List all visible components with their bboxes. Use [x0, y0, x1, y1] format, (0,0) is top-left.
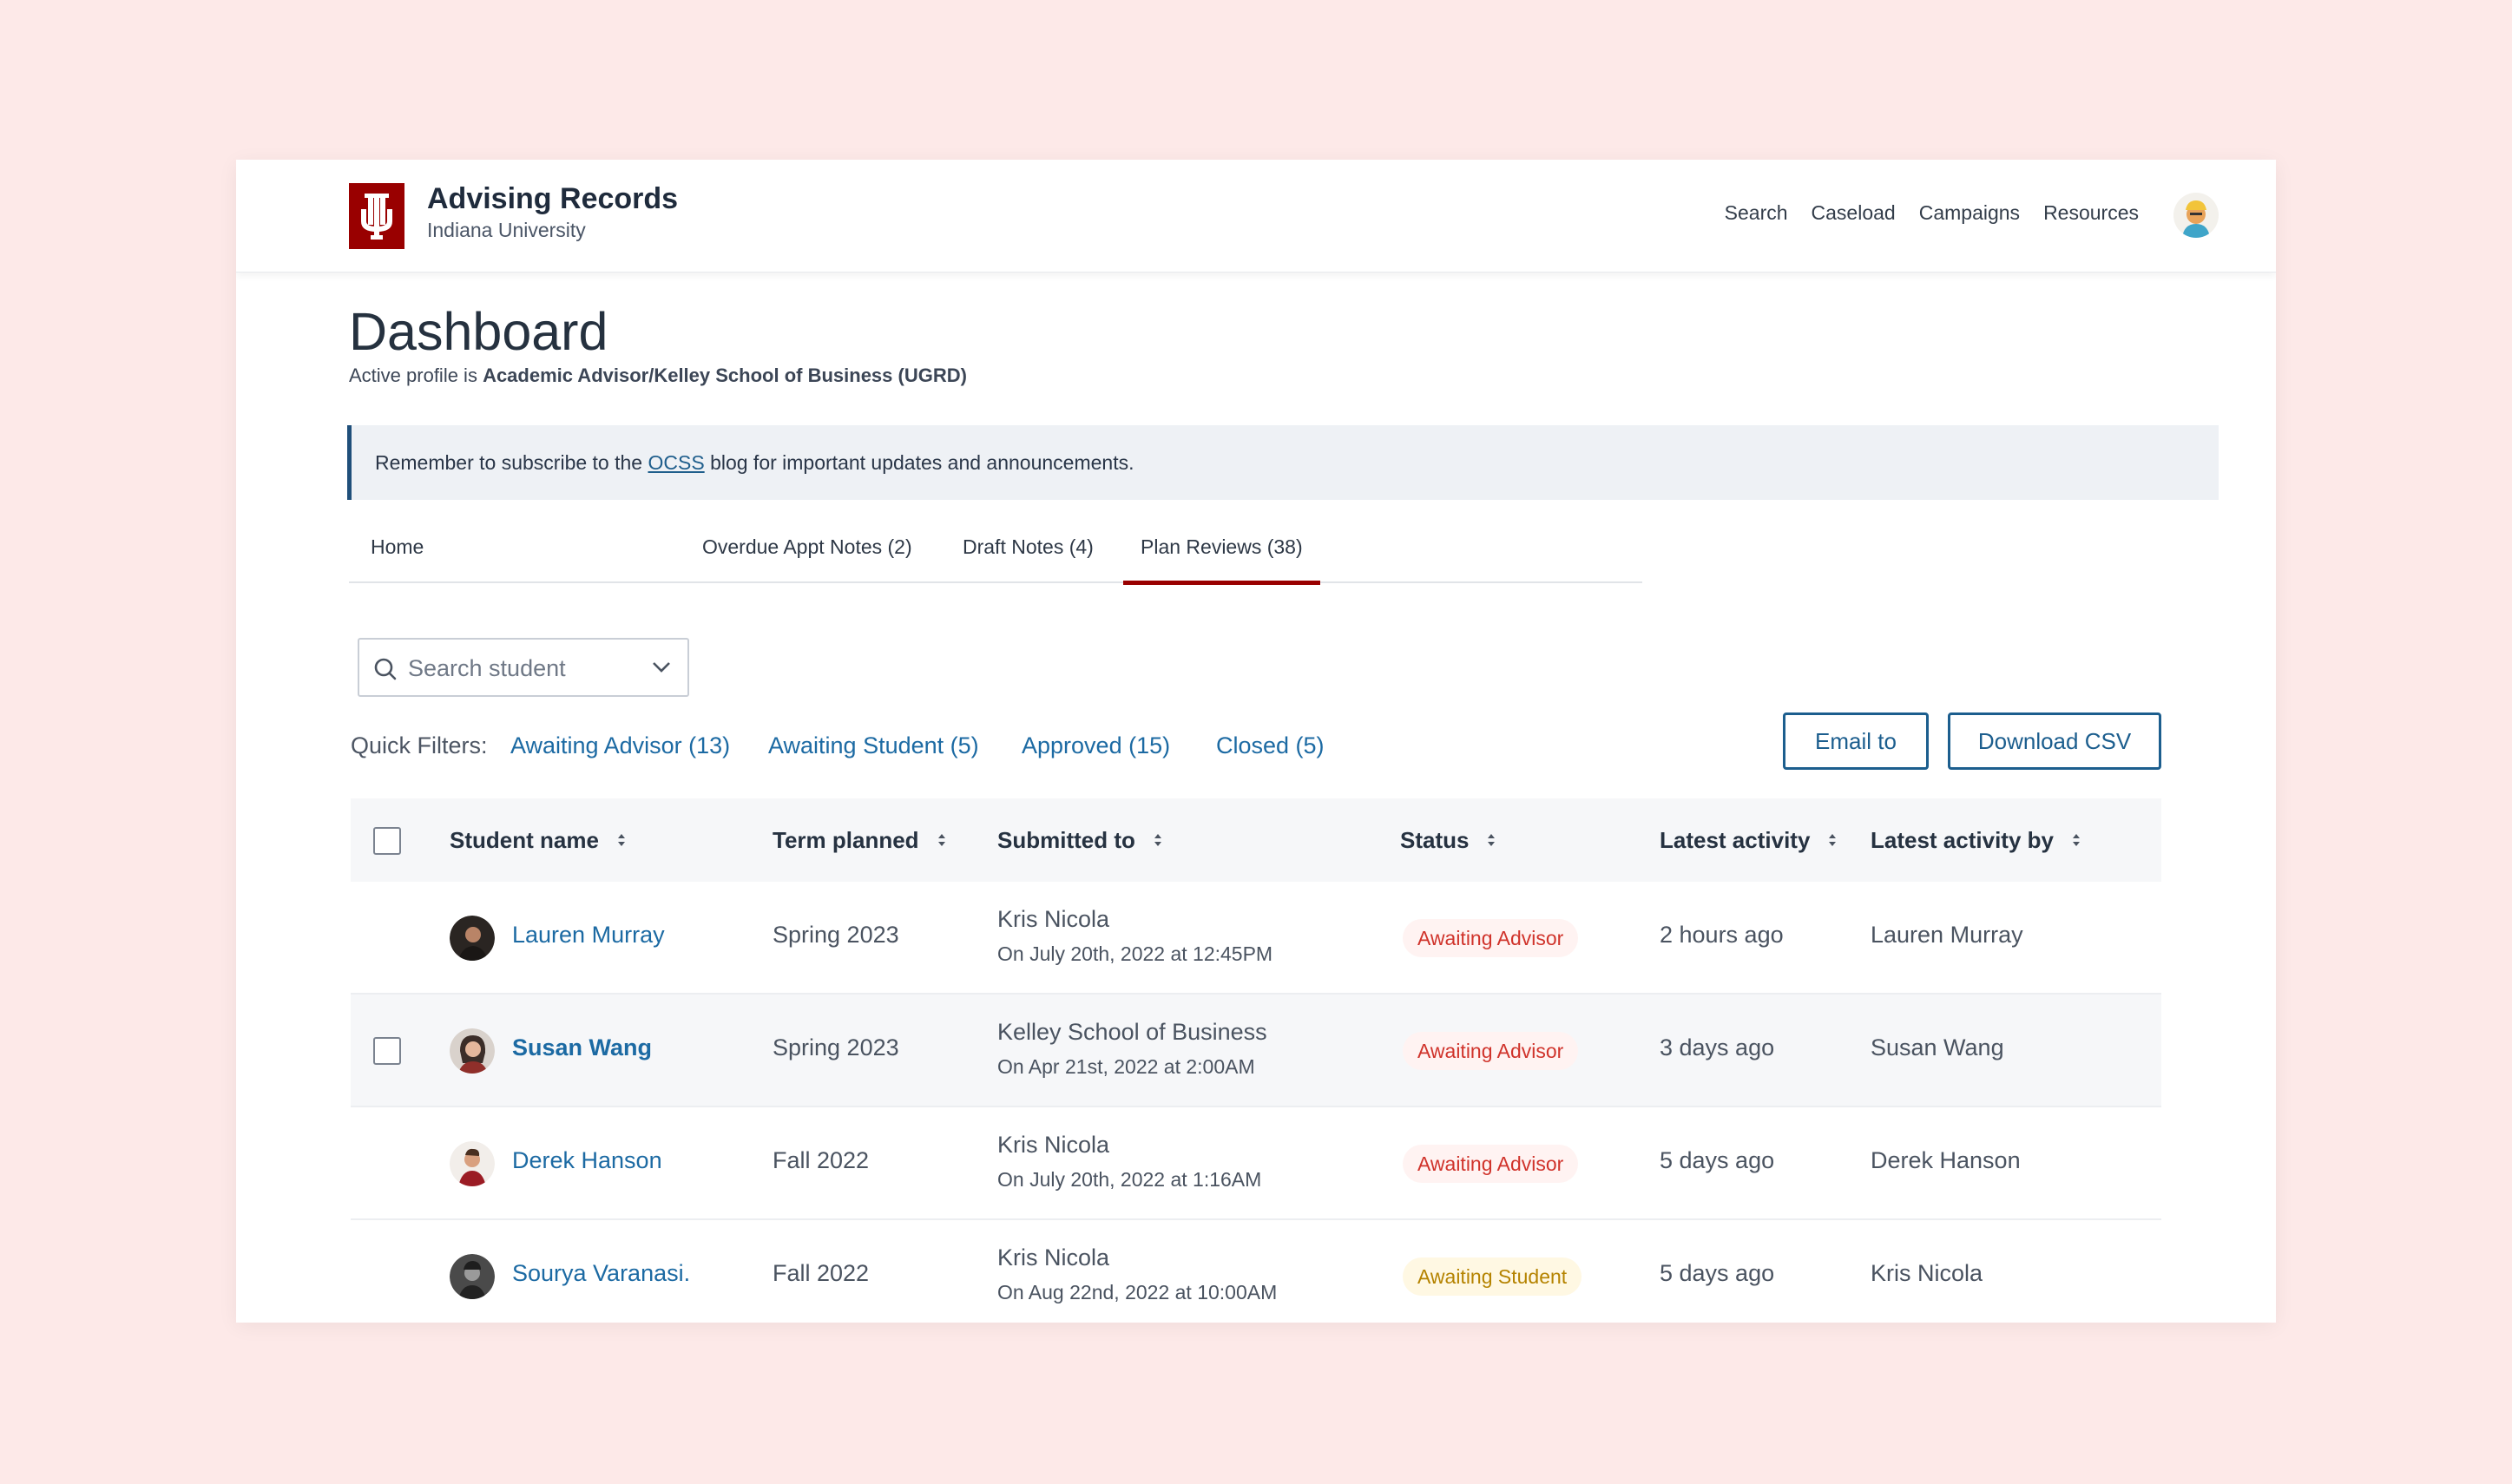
col-status[interactable]: Status	[1400, 798, 1496, 882]
tab-home[interactable]: Home	[371, 510, 424, 583]
latest-activity-by: Lauren Murray	[1871, 922, 2023, 948]
dashboard-tabs: Home Overdue Appt Notes (2) Draft Notes …	[349, 510, 1642, 585]
profile-prefix: Active profile is	[349, 364, 483, 386]
student-name-link[interactable]: Derek Hanson	[512, 1147, 662, 1174]
filter-awaiting-advisor[interactable]: Awaiting Advisor (13)	[510, 732, 730, 759]
student-avatar	[450, 1028, 495, 1074]
top-header: Advising Records Indiana University Sear…	[236, 160, 2276, 273]
app-title: Advising Records	[427, 182, 679, 215]
latest-activity: 3 days ago	[1660, 1034, 1775, 1060]
table-row[interactable]: Derek Hanson Fall 2022 Kris Nicola On Ju…	[351, 1107, 2161, 1220]
iu-logo[interactable]	[349, 183, 404, 249]
email-to-button[interactable]: Email to	[1783, 712, 1929, 770]
submitted-to: Kelley School of Business	[997, 1019, 1267, 1045]
search-placeholder: Search student	[408, 655, 566, 681]
sort-icon[interactable]	[616, 831, 627, 849]
filter-awaiting-student[interactable]: Awaiting Student (5)	[768, 732, 979, 759]
nav-search[interactable]: Search	[1725, 201, 1788, 225]
latest-activity: 2 hours ago	[1660, 922, 1784, 948]
submitted-on: On July 20th, 2022 at 12:45PM	[997, 942, 1273, 965]
term-planned: Fall 2022	[773, 1260, 870, 1286]
announcement-banner: Remember to subscribe to the OCSS blog f…	[347, 425, 2219, 500]
col-submitted-to-label: Submitted to	[997, 826, 1135, 853]
col-status-label: Status	[1400, 826, 1470, 853]
table-row[interactable]: Sourya Varanasi. Fall 2022 Kris Nicola O…	[351, 1220, 2161, 1323]
latest-activity: 5 days ago	[1660, 1260, 1775, 1286]
student-name-link[interactable]: Susan Wang	[512, 1034, 652, 1061]
nav-campaigns[interactable]: Campaigns	[1919, 201, 2020, 225]
tab-draft-notes[interactable]: Draft Notes (4)	[963, 510, 1094, 583]
tab-overdue-appt-notes[interactable]: Overdue Appt Notes (2)	[702, 510, 912, 583]
sort-icon[interactable]	[1486, 831, 1496, 849]
sort-icon[interactable]	[937, 831, 947, 849]
student-avatar	[450, 1141, 495, 1186]
row-checkbox[interactable]	[373, 1037, 401, 1065]
student-name-link[interactable]: Lauren Murray	[512, 922, 665, 949]
table-header: Student name Term planned Submitted to S…	[351, 798, 2161, 882]
app-window: Advising Records Indiana University Sear…	[236, 160, 2276, 1323]
col-latest-activity-by-label: Latest activity by	[1871, 826, 2054, 853]
col-student-name-label: Student name	[450, 826, 599, 853]
filter-approved[interactable]: Approved (15)	[1022, 732, 1170, 759]
sort-icon[interactable]	[1827, 831, 1838, 849]
page-title: Dashboard	[349, 302, 608, 361]
col-term-planned[interactable]: Term planned	[773, 798, 947, 882]
chevron-down-icon[interactable]	[651, 660, 672, 674]
submitted-on: On Apr 21st, 2022 at 2:00AM	[997, 1055, 1255, 1078]
user-avatar[interactable]	[2173, 193, 2219, 238]
col-submitted-to[interactable]: Submitted to	[997, 798, 1163, 882]
select-all-checkbox[interactable]	[373, 827, 401, 855]
search-icon	[374, 658, 397, 680]
app-subtitle: Indiana University	[427, 219, 586, 241]
term-planned: Spring 2023	[773, 1034, 899, 1060]
latest-activity-by: Derek Hanson	[1871, 1147, 2021, 1173]
col-student-name[interactable]: Student name	[450, 798, 627, 882]
status-badge: Awaiting Advisor	[1403, 1145, 1579, 1183]
latest-activity: 5 days ago	[1660, 1147, 1775, 1173]
trident-icon	[361, 194, 392, 240]
submitted-on: On July 20th, 2022 at 1:16AM	[997, 1168, 1262, 1191]
status-badge: Awaiting Advisor	[1403, 1032, 1579, 1070]
col-term-planned-label: Term planned	[773, 826, 919, 853]
submitted-on: On Aug 22nd, 2022 at 10:00AM	[997, 1281, 1278, 1303]
col-latest-activity-label: Latest activity	[1660, 826, 1811, 853]
quick-filters-label: Quick Filters:	[351, 732, 488, 758]
latest-activity-by: Kris Nicola	[1871, 1260, 1983, 1286]
sort-icon[interactable]	[1153, 831, 1163, 849]
nav-caseload[interactable]: Caseload	[1812, 201, 1896, 225]
nav-resources[interactable]: Resources	[2043, 201, 2139, 225]
col-latest-activity-by[interactable]: Latest activity by	[1871, 798, 2081, 882]
table-row[interactable]: Susan Wang Spring 2023 Kelley School of …	[351, 995, 2161, 1107]
student-name-link[interactable]: Sourya Varanasi.	[512, 1260, 690, 1287]
filter-closed[interactable]: Closed (5)	[1216, 732, 1325, 759]
top-nav: Search Caseload Campaigns Resources	[1725, 201, 2139, 225]
search-student-input[interactable]: Search student	[358, 638, 689, 697]
term-planned: Spring 2023	[773, 922, 899, 948]
active-profile: Active profile is Academic Advisor/Kelle…	[349, 364, 967, 387]
student-avatar	[450, 916, 495, 961]
student-avatar	[450, 1254, 495, 1299]
profile-value: Academic Advisor/Kelley School of Busine…	[483, 364, 967, 386]
term-planned: Fall 2022	[773, 1147, 870, 1173]
submitted-to: Kris Nicola	[997, 1244, 1110, 1271]
notice-text-after: blog for important updates and announcem…	[710, 450, 1134, 474]
col-latest-activity[interactable]: Latest activity	[1660, 798, 1838, 882]
tab-plan-reviews[interactable]: Plan Reviews (38)	[1123, 510, 1320, 585]
submitted-to: Kris Nicola	[997, 906, 1110, 932]
submitted-to: Kris Nicola	[997, 1132, 1110, 1158]
ocss-link[interactable]: OCSS	[648, 451, 704, 475]
status-badge: Awaiting Student	[1403, 1257, 1582, 1296]
status-badge: Awaiting Advisor	[1403, 919, 1579, 957]
notice-text-before: Remember to subscribe to the	[375, 450, 643, 474]
download-csv-button[interactable]: Download CSV	[1948, 712, 2161, 770]
latest-activity-by: Susan Wang	[1871, 1034, 2004, 1060]
table-row[interactable]: Lauren Murray Spring 2023 Kris Nicola On…	[351, 882, 2161, 995]
sort-icon[interactable]	[2071, 831, 2081, 849]
